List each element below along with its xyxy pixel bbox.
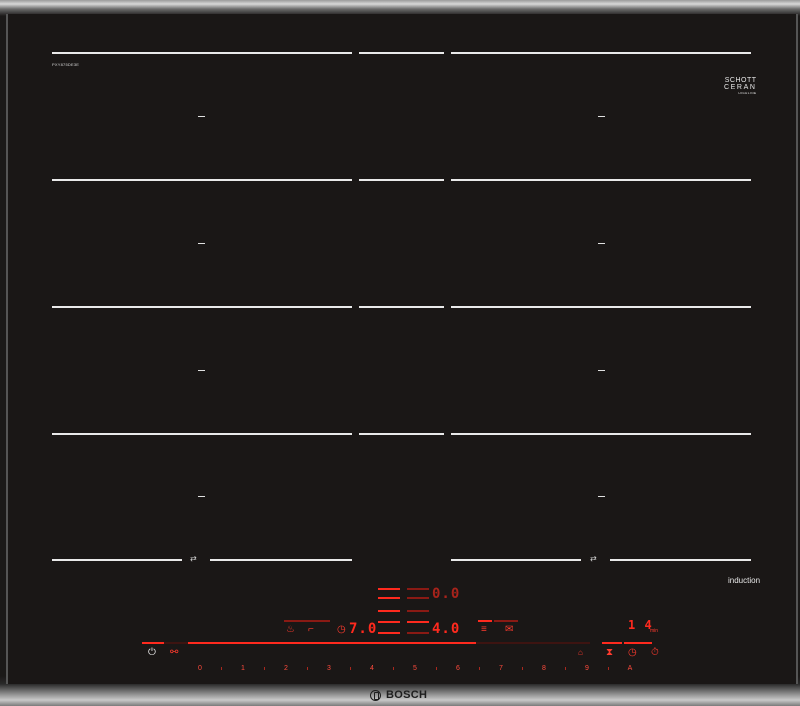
zone-line [52, 52, 352, 54]
schott-text: SCHOTT [724, 77, 757, 84]
zone-level-bar [378, 597, 400, 599]
zone-line [52, 179, 352, 181]
power-level-5[interactable]: 5 [411, 665, 419, 672]
power-scale-tick [393, 667, 394, 670]
zone-line [52, 433, 352, 435]
stopwatch-icon[interactable]: ⏱ [651, 648, 659, 658]
zone-center-mark[interactable] [598, 496, 605, 497]
zone-level-bar [407, 632, 429, 634]
zone-line [610, 559, 751, 561]
power-scale-tick [479, 667, 480, 670]
zone-line [52, 559, 182, 561]
display-frame-line [494, 620, 518, 622]
power-scale-tick [221, 667, 222, 670]
power-level-8[interactable]: 8 [540, 665, 548, 672]
power-level-6[interactable]: 6 [454, 665, 462, 672]
zone-level-bar [407, 610, 429, 612]
zone-line [359, 306, 444, 308]
induction-label: induction [728, 576, 761, 585]
power-level-7[interactable]: 7 [497, 665, 505, 672]
menu-list-icon[interactable]: ≡ [481, 625, 487, 635]
zone-level-bar [378, 632, 400, 634]
zone-center-mark[interactable] [598, 116, 605, 117]
display-frame-line [284, 620, 330, 622]
zone-center-mark[interactable] [598, 243, 605, 244]
zone-line [451, 179, 751, 181]
zone-lower-display: 4.0 [432, 621, 461, 637]
power-level-0[interactable]: 0 [196, 665, 204, 672]
minute-display: 1 4 [628, 618, 653, 632]
zone-line [210, 559, 352, 561]
model-code: PXY875DE3E [52, 62, 80, 67]
zone-center-mark[interactable] [198, 370, 205, 371]
bosch-logo-icon [370, 689, 381, 701]
zone-line [359, 52, 444, 54]
clock-icon[interactable]: ◷ [628, 648, 637, 658]
zone-level-bar [407, 597, 429, 599]
timer-display: 7.0 [349, 621, 378, 637]
glass-surface: ⇄ ⇄ PXY875DE3E SCHOTT CERAN HIGHLINE ind… [6, 14, 798, 684]
zone-level-bar [407, 588, 429, 590]
power-level-A[interactable]: A [626, 665, 634, 672]
power-level-2[interactable]: 2 [282, 665, 290, 672]
minute-unit: min [650, 628, 659, 634]
zone-line [451, 433, 751, 435]
brand-footer: BOSCH [370, 688, 427, 702]
zone-line [359, 433, 444, 435]
power-level-3[interactable]: 3 [325, 665, 333, 672]
move-zone-icon: ⇄ [190, 554, 197, 563]
wipe-protect-icon[interactable]: ✉ [505, 625, 513, 635]
timer-slider-bar [602, 642, 622, 644]
power-scale-tick [264, 667, 265, 670]
main-switch-bar [142, 642, 164, 644]
move-zone-icon: ⇄ [590, 554, 597, 563]
zone-line [451, 52, 751, 54]
highline-text: HIGHLINE [738, 91, 757, 95]
zone-level-bar [378, 588, 400, 590]
alarm-icon[interactable]: ⧗ [606, 648, 613, 658]
zone-center-mark[interactable] [198, 116, 205, 117]
schott-ceran-logo: SCHOTT CERAN HIGHLINE [724, 77, 757, 96]
power-level-4[interactable]: 4 [368, 665, 376, 672]
child-lock-icon[interactable]: ⚯ [170, 648, 178, 658]
timer-icon[interactable]: ◷ [337, 625, 346, 635]
zone-center-mark[interactable] [598, 370, 605, 371]
zone-upper-display: 0.0 [432, 586, 461, 602]
power-scale-tick [608, 667, 609, 670]
power-level-9[interactable]: 9 [583, 665, 591, 672]
display-frame-line [478, 620, 492, 622]
power-scale-tick [350, 667, 351, 670]
ceran-text: CERAN [724, 84, 757, 91]
zone-line [52, 306, 352, 308]
zone-center-mark[interactable] [198, 243, 205, 244]
zone-center-mark[interactable] [198, 496, 205, 497]
power-slider-fill [188, 642, 476, 644]
zone-level-bar [407, 621, 429, 623]
power-scale-tick [565, 667, 566, 670]
zone-level-bar [378, 610, 400, 612]
power-icon[interactable]: ⏻ [148, 648, 156, 658]
zone-line [451, 559, 581, 561]
frying-pan-icon[interactable]: ⌐ [308, 625, 314, 635]
zone-line [451, 306, 751, 308]
timer-slider-bar [624, 642, 652, 644]
power-scale-tick [307, 667, 308, 670]
pot-icon[interactable]: ♨ [286, 625, 295, 635]
brand-name: BOSCH [386, 689, 428, 701]
power-scale-tick [522, 667, 523, 670]
zone-line [359, 179, 444, 181]
zone-level-bar [378, 621, 400, 623]
cooktop: ⇄ ⇄ PXY875DE3E SCHOTT CERAN HIGHLINE ind… [0, 0, 800, 706]
boost-icon[interactable]: ⌂ [578, 648, 583, 658]
power-level-1[interactable]: 1 [239, 665, 247, 672]
power-scale-tick [436, 667, 437, 670]
